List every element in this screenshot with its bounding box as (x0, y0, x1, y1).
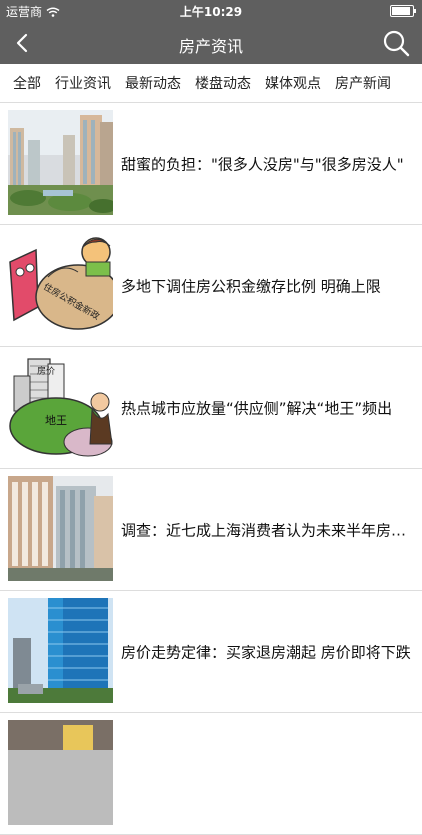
article-title: 调查：近七成上海消费者认为未来半年房价上涨 (121, 521, 416, 539)
nav-bar: 房产资讯 (0, 22, 422, 64)
status-time: 上午10:29 (179, 5, 243, 19)
land-king-cartoon: 房价 地王 (8, 354, 113, 459)
tab-industry-news[interactable]: 行业资讯 (48, 73, 118, 93)
category-tabs: 全部 行业资讯 最新动态 楼盘动态 媒体观点 房产新闻 (0, 64, 422, 103)
glass-skyscraper-image (8, 598, 113, 703)
housing-fund-cartoon: 住房公积金新政 (8, 232, 113, 337)
list-item[interactable]: 甜蜜的负担："很多人没房"与"很多房没人" (0, 103, 422, 225)
building-image (8, 720, 113, 825)
list-item[interactable]: 房价走势定律：买家退房潮起 房价即将下跌 (0, 591, 422, 713)
tab-all[interactable]: 全部 (6, 73, 48, 93)
tab-latest-updates[interactable]: 最新动态 (118, 73, 188, 93)
article-thumbnail (8, 720, 113, 825)
search-icon[interactable] (382, 29, 410, 57)
image-caption-price: 房价 (37, 365, 55, 377)
article-thumbnail (8, 110, 113, 215)
status-bar: 运营商 上午10:29 (0, 0, 422, 22)
residential-towers-image (8, 476, 113, 581)
article-thumbnail: 住房公积金新政 (8, 232, 113, 337)
tab-media-views[interactable]: 媒体观点 (258, 73, 328, 93)
tab-property-updates[interactable]: 楼盘动态 (188, 73, 258, 93)
article-list: 甜蜜的负担："很多人没房"与"很多房没人" 住房公积金新政 多地下调住房公积金缴… (0, 103, 422, 835)
article-title: 热点城市应放量“供应侧”解决“地王”频出 (121, 399, 393, 417)
tab-property-news[interactable]: 房产新闻 (328, 73, 398, 93)
list-item[interactable]: 住房公积金新政 多地下调住房公积金缴存比例 明确上限 (0, 225, 422, 347)
article-title: 房价走势定律：买家退房潮起 房价即将下跌 (121, 643, 411, 661)
list-item[interactable]: 调查：近七成上海消费者认为未来半年房价上涨 (0, 469, 422, 591)
article-thumbnail (8, 476, 113, 581)
list-item[interactable]: 房价 地王 热点城市应放量“供应侧”解决“地王”频出 (0, 347, 422, 469)
image-caption-land-king: 地王 (45, 414, 67, 427)
city-apartment-image (8, 110, 113, 215)
article-title: 甜蜜的负担："很多人没房"与"很多房没人" (121, 155, 404, 173)
article-thumbnail: 房价 地王 (8, 354, 113, 459)
article-title: 多地下调住房公积金缴存比例 明确上限 (121, 277, 381, 295)
page-title: 房产资讯 (178, 37, 243, 56)
list-item[interactable] (0, 713, 422, 835)
battery-icon (390, 5, 416, 17)
article-thumbnail (8, 598, 113, 703)
